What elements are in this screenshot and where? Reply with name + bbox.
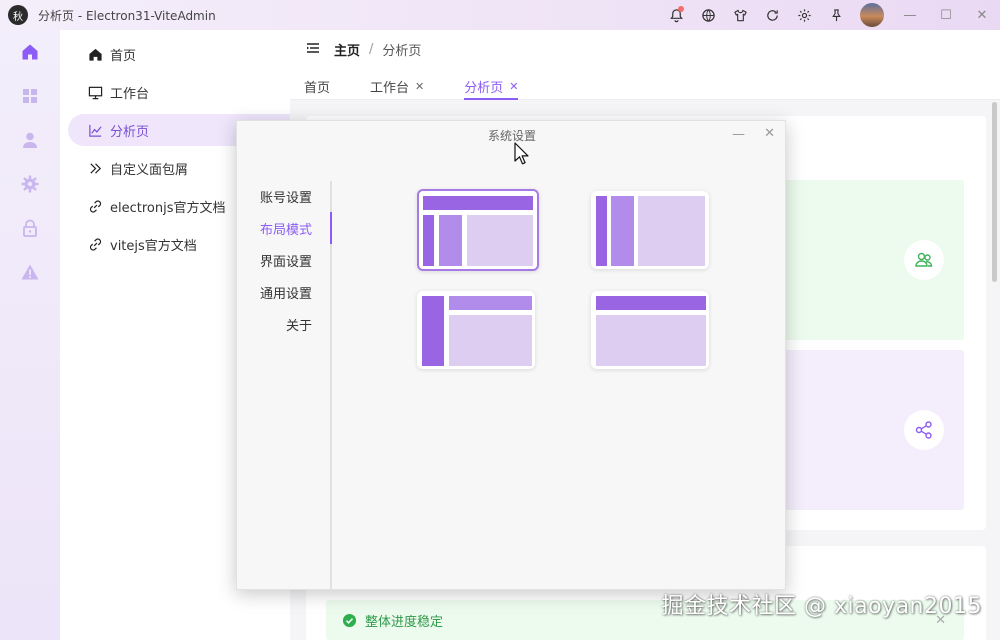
rail-home[interactable] <box>0 30 60 74</box>
close-button[interactable]: ✕ <box>964 0 1000 30</box>
titlebar-actions: — ☐ ✕ <box>660 0 1000 30</box>
menu-toggle-icon[interactable] <box>306 41 320 59</box>
rail-lock[interactable] <box>0 206 60 250</box>
menu-item-label: 自定义面包屑 <box>110 162 189 178</box>
tab-label: 工作台 <box>370 80 410 96</box>
layout-rail-block <box>596 196 607 266</box>
breadcrumb: 主页 / 分析页 <box>306 40 421 59</box>
tshirt-icon[interactable] <box>724 0 756 30</box>
link-icon <box>89 199 102 213</box>
maximize-button[interactable]: ☐ <box>928 0 964 30</box>
layout-option-mixed[interactable] <box>417 189 539 271</box>
scrollbar[interactable] <box>992 102 997 282</box>
layout-content-block <box>449 315 532 366</box>
layout-header-block <box>449 296 532 310</box>
rail-settings[interactable] <box>0 162 60 206</box>
watermark: 掘金技术社区 @ xiaoyan2015 <box>661 594 982 619</box>
link-icon <box>89 237 102 251</box>
layout-content-block <box>596 315 706 366</box>
layout-option-sidebar[interactable] <box>591 191 709 269</box>
warning-icon <box>21 264 39 280</box>
layout-menu-block <box>439 215 462 266</box>
tab-analysis[interactable]: 分析页 ✕ <box>450 72 532 100</box>
rail-user[interactable] <box>0 118 60 162</box>
breadcrumb-separator: / <box>369 42 374 57</box>
share-icon[interactable] <box>904 410 944 450</box>
dialog-minimize-button[interactable]: — <box>732 127 745 142</box>
users-icon[interactable] <box>904 240 944 280</box>
notification-dot <box>678 6 684 12</box>
check-circle-icon <box>342 613 357 627</box>
layout-option-top[interactable] <box>591 291 709 369</box>
breadcrumb-current: 分析页 <box>382 44 422 59</box>
user-icon <box>23 132 37 148</box>
layout-rail-block <box>423 215 434 266</box>
app-logo: 秋 <box>8 5 28 25</box>
chart-icon <box>89 124 102 137</box>
system-settings-dialog: 系统设置 — ✕ 账号设置 布局模式 界面设置 通用设置 关于 <box>236 120 786 591</box>
refresh-icon[interactable] <box>756 0 788 30</box>
pin-icon[interactable] <box>820 0 852 30</box>
nav-interface-settings[interactable]: 界面设置 <box>260 251 312 270</box>
window-title: 分析页 - Electron31-ViteAdmin <box>38 8 216 23</box>
nav-about[interactable]: 关于 <box>286 315 312 334</box>
menu-item-label: 分析页 <box>110 124 150 140</box>
menu-item-label: 首页 <box>110 48 137 64</box>
breadcrumb-home[interactable]: 主页 <box>334 40 360 59</box>
gear-icon[interactable] <box>788 0 820 30</box>
rail-warning[interactable] <box>0 250 60 294</box>
nav-layout-mode[interactable]: 布局模式 <box>260 219 312 238</box>
layout-header-block <box>596 296 706 310</box>
tab-label: 分析页 <box>464 80 504 96</box>
bell-icon[interactable] <box>660 0 692 30</box>
nav-general-settings[interactable]: 通用设置 <box>260 283 312 302</box>
tab-home[interactable]: 首页 <box>290 72 344 100</box>
page-header: 主页 / 分析页 首页 工作台 ✕ 分析页 ✕ <box>290 30 1000 100</box>
tab-label: 首页 <box>304 80 331 96</box>
settings-nav: 账号设置 布局模式 界面设置 通用设置 关于 <box>237 181 332 591</box>
layout-sidebar-block <box>422 296 444 366</box>
mouse-cursor-icon <box>514 142 529 165</box>
icon-rail <box>0 30 60 640</box>
menu-item-label: vitejs官方文档 <box>110 238 197 254</box>
layout-content-block <box>467 215 533 266</box>
tab-workbench[interactable]: 工作台 ✕ <box>356 72 438 100</box>
title-bar: 秋 分析页 - Electron31-ViteAdmin — ☐ ✕ <box>0 0 1000 30</box>
layout-menu-block <box>611 196 634 266</box>
close-icon[interactable]: ✕ <box>509 80 518 93</box>
lock-icon <box>23 219 37 237</box>
avatar[interactable] <box>860 3 884 27</box>
alert-text: 整体进度稳定 <box>365 614 444 630</box>
menu-item-label: electronjs官方文档 <box>110 200 226 216</box>
rail-dashboard[interactable] <box>0 74 60 118</box>
monitor-icon <box>88 86 103 99</box>
chevrons-icon <box>90 162 102 174</box>
menu-item-label: 工作台 <box>110 86 150 102</box>
close-icon[interactable]: ✕ <box>415 80 424 93</box>
grid-icon <box>23 89 37 103</box>
dialog-close-button[interactable]: ✕ <box>764 126 775 141</box>
home-icon <box>89 48 102 61</box>
home-icon <box>22 44 38 60</box>
layout-option-side-top[interactable] <box>417 291 535 369</box>
nav-account-settings[interactable]: 账号设置 <box>260 187 312 206</box>
menu-item-home[interactable]: 首页 <box>68 38 290 70</box>
menu-item-workbench[interactable]: 工作台 <box>68 76 290 108</box>
dialog-title: 系统设置 <box>487 129 536 143</box>
tab-bar: 首页 工作台 ✕ 分析页 ✕ <box>290 72 532 100</box>
layout-header-block <box>423 196 533 210</box>
minimize-button[interactable]: — <box>892 0 928 30</box>
gear-icon <box>21 175 39 193</box>
layout-content-block <box>638 196 705 266</box>
globe-icon[interactable] <box>692 0 724 30</box>
nav-active-indicator <box>330 212 332 244</box>
